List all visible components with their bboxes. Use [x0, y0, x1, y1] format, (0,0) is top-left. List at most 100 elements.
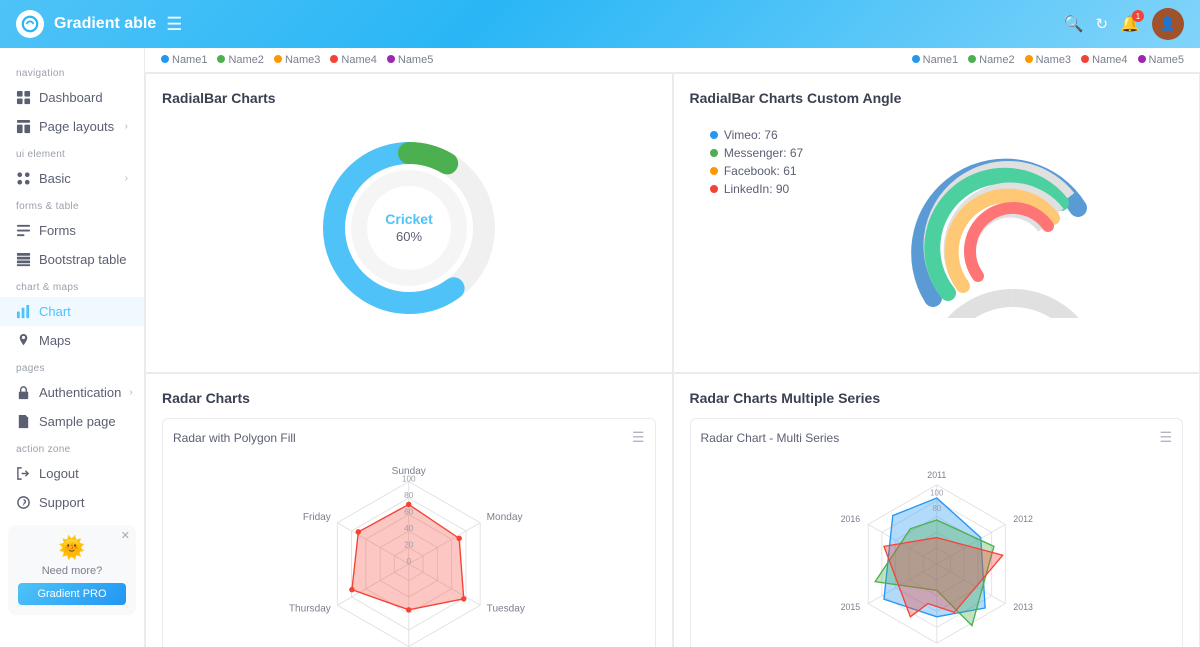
refresh-icon[interactable]: ↻ — [1096, 15, 1109, 33]
sidebar-label-authentication: Authentication — [39, 385, 121, 400]
sidebar-item-support[interactable]: Support — [0, 488, 144, 517]
sidebar-item-page-layouts[interactable]: Page layouts › — [0, 112, 144, 141]
svg-text:Tuesday: Tuesday — [487, 604, 526, 615]
radar-multi-svg: 2011 2012 2013 2014 2015 2016 100 80 — [701, 454, 1173, 647]
sidebar-section-pages: pages Authentication › Sample page — [0, 355, 144, 436]
legend-vimeo: Vimeo: 76 — [710, 128, 804, 142]
logo-icon — [16, 10, 44, 38]
radialbar-custom-inner: Vimeo: 76 Messenger: 67 Facebook: 61 — [690, 118, 1184, 318]
radar-multi-inner: Radar Chart - Multi Series ☰ — [690, 418, 1184, 647]
svg-text:Thursday: Thursday — [289, 604, 332, 615]
forms-section-label: forms & table — [0, 193, 144, 216]
radar-subtitle: Radar with Polygon Fill — [173, 431, 296, 445]
sidebar-section-forms: forms & table Forms Bootstrap table — [0, 193, 144, 274]
sidebar-label-basic: Basic — [39, 171, 71, 186]
sidebar-item-maps[interactable]: Maps — [0, 326, 144, 355]
svg-text:Cricket: Cricket — [385, 211, 433, 227]
svg-text:40: 40 — [404, 524, 414, 533]
sidebar-label-maps: Maps — [39, 333, 71, 348]
svg-text:80: 80 — [404, 491, 414, 500]
sidebar-section-action: action zone Logout Support — [0, 436, 144, 517]
radar-multi-subtitle: Radar Chart - Multi Series — [701, 431, 840, 445]
right-legend-strip: Name1 Name2 Name3 Name4 Name5 — [912, 54, 1184, 66]
radialbar-visual: Cricket 60% — [162, 118, 656, 338]
chevron-basic: › — [125, 173, 128, 184]
radialbar-custom-visual — [843, 118, 1183, 318]
svg-text:2015: 2015 — [840, 602, 860, 612]
legend-messenger: Messenger: 67 — [710, 146, 804, 160]
chevron-page-layouts: › — [125, 121, 128, 132]
svg-text:2012: 2012 — [1013, 514, 1033, 524]
content-area: Name1 Name2 Name3 Name4 Name5 Name1 Name… — [145, 48, 1200, 647]
svg-text:Monday: Monday — [487, 512, 524, 523]
top-legend-strip: Name1 Name2 Name3 Name4 Name5 Name1 Name… — [145, 48, 1200, 73]
svg-text:2016: 2016 — [840, 514, 860, 524]
promo-box: ✕ 🌞 Need more? Gradient PRO — [0, 517, 144, 615]
sidebar-label-forms: Forms — [39, 223, 76, 238]
main-layout: navigation Dashboard Page layouts › ui e… — [0, 48, 1200, 647]
sidebar-item-basic[interactable]: Basic › — [0, 164, 144, 193]
radar-inner: Radar with Polygon Fill ☰ — [162, 418, 656, 647]
svg-text:60: 60 — [404, 508, 414, 517]
sidebar-item-forms[interactable]: Forms — [0, 216, 144, 245]
sidebar-item-sample-page[interactable]: Sample page — [0, 407, 144, 436]
sidebar-section-ui: ui element Basic › — [0, 141, 144, 193]
sidebar-label-chart: Chart — [39, 304, 71, 319]
radialbar-custom-legend: Vimeo: 76 Messenger: 67 Facebook: 61 — [690, 118, 824, 210]
ui-section-label: ui element — [0, 141, 144, 164]
svg-text:2013: 2013 — [1013, 602, 1033, 612]
svg-text:100: 100 — [930, 488, 944, 497]
avatar[interactable]: 👤 — [1152, 8, 1184, 40]
radar-multi-title: Radar Charts Multiple Series — [690, 390, 1184, 406]
sidebar-item-chart[interactable]: Chart — [0, 297, 144, 326]
radialbar-chart-card: RadialBar Charts Cricket 60% — [145, 73, 673, 373]
charts-grid-row1: RadialBar Charts Cricket 60% — [145, 73, 1200, 373]
svg-text:0: 0 — [406, 557, 411, 566]
header-left: Gradient able ☰ — [16, 10, 182, 38]
sidebar: navigation Dashboard Page layouts › ui e… — [0, 48, 145, 647]
radar-header: Radar with Polygon Fill ☰ — [173, 429, 645, 446]
svg-text:20: 20 — [404, 541, 414, 550]
radar-multi-header: Radar Chart - Multi Series ☰ — [701, 429, 1173, 446]
search-icon[interactable]: 🔍 — [1064, 14, 1084, 34]
sidebar-label-dashboard: Dashboard — [39, 90, 103, 105]
sidebar-section-navigation: navigation Dashboard Page layouts › — [0, 60, 144, 141]
radar-menu-icon[interactable]: ☰ — [632, 429, 645, 446]
left-legend-strip: Name1 Name2 Name3 Name4 Name5 — [161, 54, 433, 66]
sidebar-item-authentication[interactable]: Authentication › — [0, 378, 144, 407]
radar-multi-menu-icon[interactable]: ☰ — [1159, 429, 1172, 446]
sidebar-label-logout: Logout — [39, 466, 79, 481]
sidebar-item-bootstrap-table[interactable]: Bootstrap table — [0, 245, 144, 274]
sidebar-item-logout[interactable]: Logout — [0, 459, 144, 488]
svg-text:60%: 60% — [396, 229, 422, 244]
header: Gradient able ☰ 🔍 ↻ 🔔 1 👤 — [0, 0, 1200, 48]
header-icons: 🔍 ↻ 🔔 1 👤 — [1064, 8, 1184, 40]
radialbar-custom-card: RadialBar Charts Custom Angle Vimeo: 76 … — [673, 73, 1200, 373]
sidebar-label-support: Support — [39, 495, 85, 510]
legend-facebook: Facebook: 61 — [710, 164, 804, 178]
sidebar-item-dashboard[interactable]: Dashboard — [0, 83, 144, 112]
promo-icon: 🌞 — [18, 535, 126, 561]
svg-text:80: 80 — [932, 504, 941, 513]
gradient-pro-button[interactable]: Gradient PRO — [18, 583, 126, 605]
bell-icon[interactable]: 🔔 1 — [1120, 14, 1140, 34]
action-section-label: action zone — [0, 436, 144, 459]
charts-section-label: chart & maps — [0, 274, 144, 297]
chevron-auth: › — [129, 387, 132, 398]
sidebar-section-charts: chart & maps Chart Maps — [0, 274, 144, 355]
need-more-label: Need more? — [18, 565, 126, 577]
sidebar-label-bootstrap-table: Bootstrap table — [39, 252, 126, 267]
radar-chart-card: Radar Charts Radar with Polygon Fill ☰ — [145, 373, 673, 647]
logo-text: Gradient able — [54, 15, 156, 33]
radialbar-custom-title: RadialBar Charts Custom Angle — [690, 90, 1184, 106]
svg-text:100: 100 — [402, 475, 416, 484]
legend-linkedin: LinkedIn: 90 — [710, 182, 804, 196]
sidebar-label-page-layouts: Page layouts — [39, 119, 114, 134]
menu-icon[interactable]: ☰ — [166, 14, 182, 35]
pages-section-label: pages — [0, 355, 144, 378]
close-promo-button[interactable]: ✕ — [121, 529, 130, 542]
radar-svg: Sunday Monday Tuesday Wednesday Thursday… — [173, 454, 645, 647]
radialbar-title: RadialBar Charts — [162, 90, 656, 106]
charts-grid-row2: Radar Charts Radar with Polygon Fill ☰ — [145, 373, 1200, 647]
svg-text:2011: 2011 — [927, 470, 946, 480]
